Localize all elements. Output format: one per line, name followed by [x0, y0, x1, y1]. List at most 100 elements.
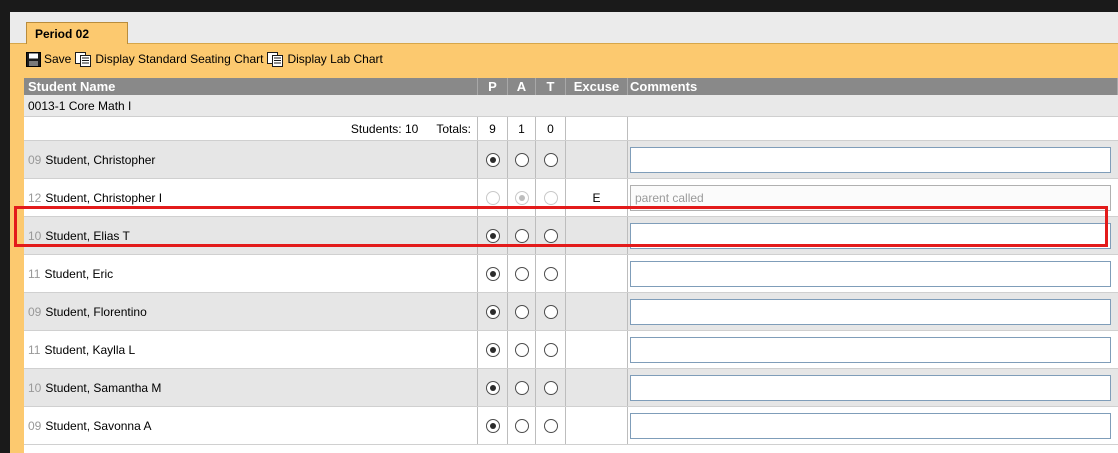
present-radio[interactable] [485, 342, 500, 357]
absent-radio[interactable] [514, 418, 529, 433]
header-tardy: T [536, 78, 566, 95]
absent-radio[interactable] [514, 266, 529, 281]
present-radio[interactable] [485, 418, 500, 433]
comment-input[interactable] [630, 298, 1111, 325]
comments-cell [628, 293, 1118, 330]
present-radio[interactable] [485, 228, 500, 243]
header-absent: A [508, 78, 536, 95]
comments-cell [628, 179, 1118, 216]
comment-input[interactable] [630, 412, 1111, 439]
present-radio-cell [478, 217, 508, 254]
header-present: P [478, 78, 508, 95]
student-name-cell: 11 Student, Kaylla L [24, 331, 478, 368]
course-name: 0013-1 Core Math I [28, 98, 132, 113]
absent-radio[interactable] [514, 304, 529, 319]
absent-radio[interactable] [514, 342, 529, 357]
student-grade: 11 [28, 342, 41, 357]
student-name: Student, Samantha M [45, 380, 162, 395]
tardy-radio[interactable] [543, 342, 558, 357]
tardy-radio[interactable] [543, 152, 558, 167]
student-name: Student, Christopher [45, 152, 156, 167]
present-radio[interactable] [485, 266, 500, 281]
excuse-code: E [592, 190, 601, 205]
comment-input[interactable] [630, 336, 1111, 363]
absent-radio-cell [508, 331, 536, 368]
excuse-cell [566, 141, 628, 178]
header-excuse: Excuse [566, 78, 628, 95]
student-grade: 10 [28, 380, 42, 395]
student-name: Student, Savonna A [45, 418, 152, 433]
seating-chart-label: Display Standard Seating Chart [95, 52, 264, 66]
tardy-radio[interactable] [543, 228, 558, 243]
floppy-disk-icon [26, 51, 41, 67]
present-radio-cell [478, 255, 508, 292]
student-grade: 09 [28, 152, 42, 167]
copy-document-icon [75, 51, 92, 67]
lab-chart-label: Display Lab Chart [287, 52, 383, 66]
absent-radio[interactable] [514, 380, 529, 395]
tardy-radio-cell [536, 141, 566, 178]
comment-input[interactable] [630, 374, 1111, 401]
student-name-cell: 10 Student, Samantha M [24, 369, 478, 406]
present-radio-cell [478, 407, 508, 444]
present-radio[interactable] [485, 304, 500, 319]
tardy-radio-cell [536, 293, 566, 330]
comments-cell [628, 255, 1118, 292]
present-radio-cell [478, 369, 508, 406]
comment-input[interactable] [630, 260, 1111, 287]
absent-radio-cell [508, 293, 536, 330]
table-header: Student Name P A T Excuse Comments [24, 78, 1118, 95]
course-row: 0013-1 Core Math I [24, 95, 1118, 117]
tardy-radio[interactable] [543, 266, 558, 281]
excuse-cell [566, 255, 628, 292]
student-grade: 09 [28, 418, 42, 433]
tardy-radio [543, 190, 558, 205]
comment-input[interactable] [630, 222, 1111, 249]
attendance-panel: Period 02 Save Display Standard Seating … [10, 12, 1118, 453]
table-row: 09 Student, Florentino [24, 293, 1118, 331]
table-row: 12 Student, Christopher I E [24, 179, 1118, 217]
table-row: 09 Student, Savonna A [24, 407, 1118, 445]
present-radio-cell [478, 331, 508, 368]
tardy-radio[interactable] [543, 418, 558, 433]
table-row: 11 Student, Eric [24, 255, 1118, 293]
save-button[interactable]: Save [26, 51, 72, 67]
seating-chart-button[interactable]: Display Standard Seating Chart [75, 51, 264, 67]
present-radio-cell [478, 293, 508, 330]
present-radio-cell [478, 141, 508, 178]
table-row: 10 Student, Elias T [24, 217, 1118, 255]
student-name: Student, Kaylla L [44, 342, 136, 357]
excuse-cell [566, 369, 628, 406]
save-label: Save [44, 52, 72, 66]
present-radio[interactable] [485, 152, 500, 167]
lab-chart-button[interactable]: Display Lab Chart [267, 51, 383, 67]
tardy-radio[interactable] [543, 380, 558, 395]
student-grade: 11 [28, 266, 41, 281]
student-grade: 10 [28, 228, 42, 243]
student-grade: 12 [28, 190, 42, 205]
table-row: 11 Student, Kaylla L [24, 331, 1118, 369]
students-count: Students: 10 [350, 121, 419, 136]
present-radio[interactable] [485, 380, 500, 395]
totals-excuse-cell [566, 117, 628, 140]
tardy-radio[interactable] [543, 304, 558, 319]
header-comments: Comments [628, 78, 1118, 95]
student-name-cell: 09 Student, Christopher [24, 141, 478, 178]
absent-radio-cell [508, 407, 536, 444]
absent-radio[interactable] [514, 152, 529, 167]
total-present: 9 [478, 117, 508, 140]
comment-input[interactable] [630, 146, 1111, 173]
student-name-cell: 10 Student, Elias T [24, 217, 478, 254]
student-name-cell: 09 Student, Florentino [24, 293, 478, 330]
toolbar: Save Display Standard Seating Chart Disp… [26, 50, 387, 68]
student-name: Student, Eric [44, 266, 114, 281]
absent-radio[interactable] [514, 228, 529, 243]
tab-bar: Period 02 [10, 12, 1118, 45]
excuse-cell [566, 407, 628, 444]
comment-input [630, 184, 1111, 211]
header-student-name: Student Name [24, 78, 478, 95]
window-frame: Period 02 Save Display Standard Seating … [0, 0, 1118, 453]
student-name-cell: 11 Student, Eric [24, 255, 478, 292]
tab-period[interactable]: Period 02 [26, 22, 128, 45]
student-grade: 09 [28, 304, 42, 319]
